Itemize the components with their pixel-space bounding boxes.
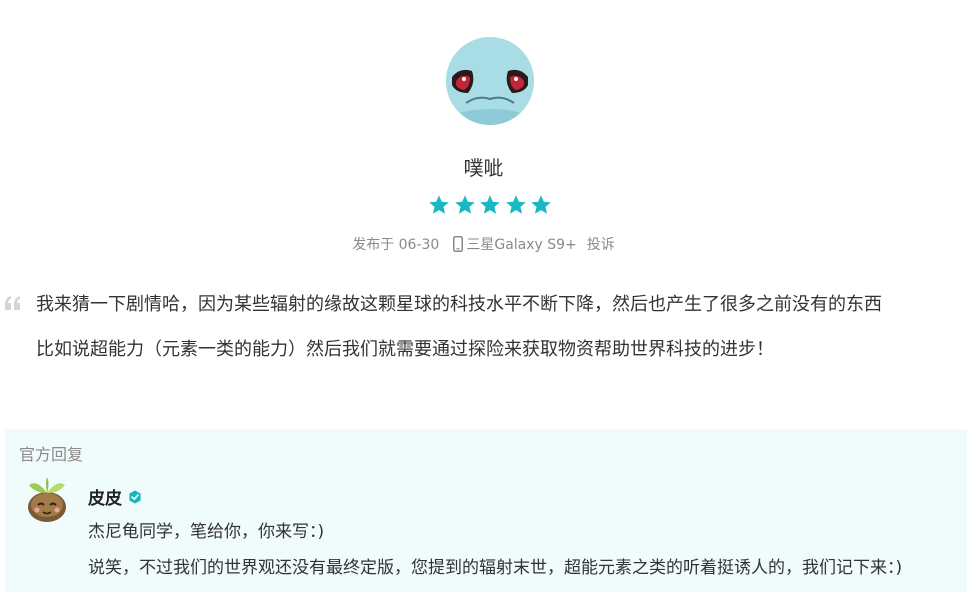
star-icon bbox=[531, 195, 551, 214]
phone-icon bbox=[453, 236, 464, 252]
rating-stars bbox=[428, 194, 552, 218]
star-icon bbox=[505, 195, 526, 214]
star-icon bbox=[454, 195, 475, 214]
quote-icon bbox=[5, 296, 20, 310]
reply-paragraph: 杰尼龟同学，笔给你，你来写：) bbox=[88, 522, 325, 542]
squirtle-avatar-icon bbox=[446, 37, 534, 125]
dev-name-row: 皮皮 bbox=[88, 484, 142, 509]
review-body: 我来猜一下剧情哈，因为某些辐射的缘故这颗星球的科技水平不断下降，然后也产生了很多… bbox=[36, 290, 951, 365]
review-date: 发布于 06-30 bbox=[352, 237, 440, 253]
device-name: 三星Galaxy S9+ bbox=[466, 237, 577, 253]
reviewer-name[interactable]: 噗呲 bbox=[0, 152, 967, 181]
report-link[interactable]: 投诉 bbox=[587, 234, 615, 254]
official-reply-label: 官方回复 bbox=[19, 445, 84, 464]
star-icon bbox=[429, 195, 449, 214]
star-icon bbox=[480, 195, 500, 214]
review-paragraph: 比如说超能力（元素一类的能力）然后我们就需要通过探险来获取物资帮助世界科技的进步… bbox=[36, 339, 774, 360]
review-meta: 发布于 06-30 三星Galaxy S9+ 投诉 bbox=[0, 234, 967, 254]
official-reply-body: 杰尼龟同学，笔给你，你来写：) 说笑，不过我们的世界观还没有最终定版，您提到的辐… bbox=[88, 519, 958, 581]
user-avatar[interactable] bbox=[446, 37, 534, 125]
device-info: 三星Galaxy S9+ bbox=[453, 234, 577, 254]
verified-check-icon bbox=[129, 490, 141, 503]
reply-paragraph: 说笑，不过我们的世界观还没有最终定版，您提到的辐射末世，超能元素之类的听着挺诱人… bbox=[88, 558, 903, 578]
developer-name[interactable]: 皮皮 bbox=[88, 484, 122, 509]
official-reply-box: 官方回复 皮皮 杰尼龟同学，笔给你，你来写：) 说笑，不过我们的世界观还没有最终… bbox=[5, 429, 967, 592]
sprout-avatar-icon[interactable] bbox=[23, 475, 71, 523]
review-paragraph: 我来猜一下剧情哈，因为某些辐射的缘故这颗星球的科技水平不断下降，然后也产生了很多… bbox=[36, 294, 882, 315]
